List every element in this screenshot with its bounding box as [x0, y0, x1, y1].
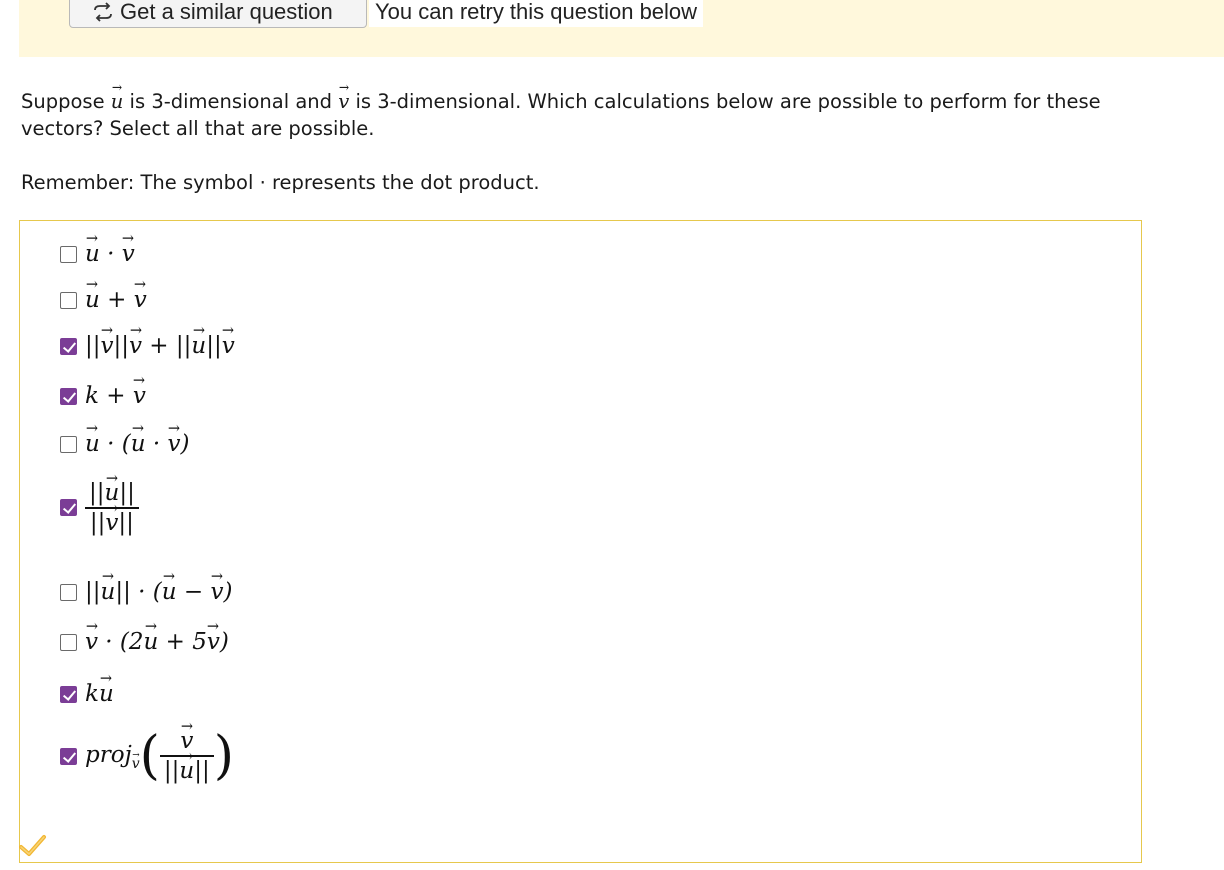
vector-u: u	[111, 88, 124, 115]
option-0-checkbox[interactable]	[60, 245, 77, 263]
option-9[interactable]: projv( v ||u|| )	[60, 726, 234, 786]
option-4[interactable]: u · (u · v)	[60, 431, 189, 457]
question-part1: Suppose	[21, 90, 111, 113]
retry-note: You can retry this question below	[369, 0, 704, 27]
option-4-expression: u · (u · v)	[85, 431, 189, 457]
option-6-expression: ||u|| · (u − v)	[85, 579, 232, 605]
option-3-checkbox[interactable]	[60, 387, 77, 405]
get-similar-question-label: Get a similar question	[120, 0, 333, 24]
option-1-expression: u + v	[85, 287, 147, 313]
option-7[interactable]: v · (2u + 5v)	[60, 629, 229, 655]
option-0-expression: u · v	[85, 241, 135, 267]
question-part2: is 3-dimensional and	[123, 90, 339, 113]
option-2[interactable]: ||v||v + ||u||v	[60, 333, 235, 359]
reminder-text: Remember: The symbol · represents the do…	[21, 169, 1121, 196]
option-7-checkbox[interactable]	[60, 633, 77, 651]
option-8-checkbox[interactable]	[60, 685, 77, 703]
option-2-checkbox[interactable]	[60, 337, 77, 355]
option-3-expression: k + v	[85, 383, 146, 409]
option-6-checkbox[interactable]	[60, 583, 77, 601]
answer-options-box: u · v u + v ||v||v + ||u||v k + v u · (u…	[19, 220, 1142, 863]
option-2-expression: ||v||v + ||u||v	[85, 333, 235, 359]
option-0[interactable]: u · v	[60, 241, 135, 267]
option-3[interactable]: k + v	[60, 383, 146, 409]
option-8[interactable]: ku	[60, 681, 114, 707]
option-9-expression: projv( v ||u|| )	[85, 726, 234, 786]
refresh-arrows-icon	[94, 2, 112, 22]
option-7-expression: v · (2u + 5v)	[85, 629, 229, 655]
option-5-checkbox[interactable]	[60, 499, 77, 517]
question-banner: Get a similar question You can retry thi…	[19, 0, 1224, 57]
option-5-expression: ||u|| ||v||	[85, 479, 139, 537]
option-4-checkbox[interactable]	[60, 435, 77, 453]
reminder-after: represents the dot product.	[265, 171, 540, 194]
option-9-checkbox[interactable]	[60, 747, 77, 765]
option-1-checkbox[interactable]	[60, 291, 77, 309]
option-5[interactable]: ||u|| ||v||	[60, 479, 139, 537]
get-similar-question-button[interactable]: Get a similar question	[69, 0, 367, 28]
option-8-expression: ku	[85, 681, 114, 707]
vector-v: v	[338, 88, 349, 115]
option-1[interactable]: u + v	[60, 287, 147, 313]
question-text: Suppose u is 3-dimensional and v is 3-di…	[21, 88, 1131, 142]
reminder-before: Remember: The symbol	[21, 171, 260, 194]
correct-check-icon	[19, 835, 46, 856]
option-6[interactable]: ||u|| · (u − v)	[60, 579, 232, 605]
